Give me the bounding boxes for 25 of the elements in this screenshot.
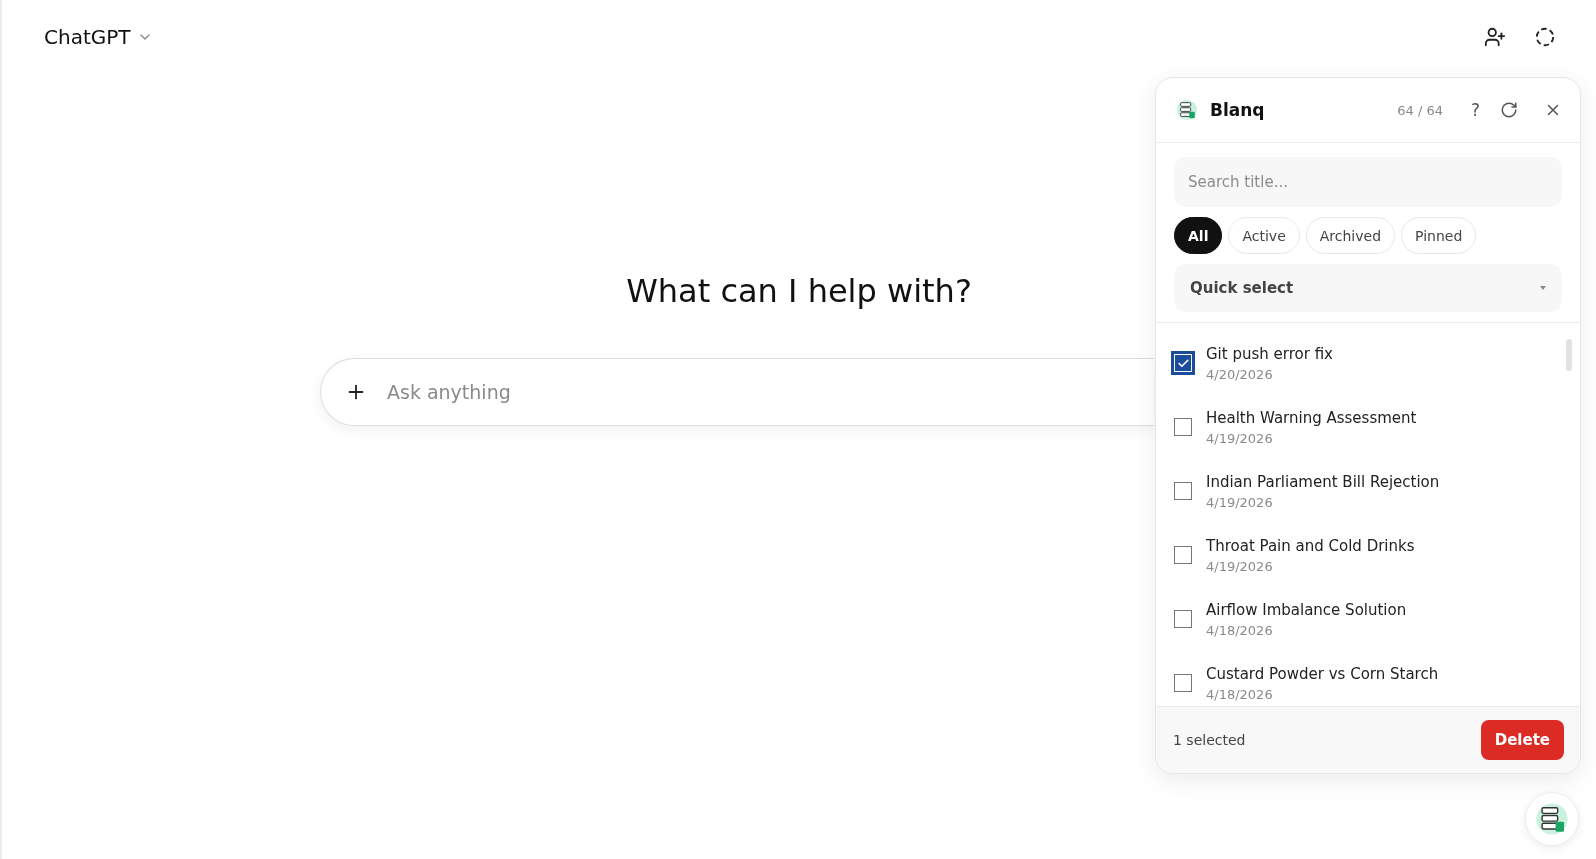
conversation-date: 4/18/2026 bbox=[1206, 686, 1274, 702]
conversation-date: 4/20/2026 bbox=[1206, 366, 1274, 382]
conversation-date: 4/19/2026 bbox=[1206, 430, 1274, 446]
delete-button[interactable]: Delete bbox=[1480, 720, 1564, 760]
conversation-title[interactable]: Git push error fix bbox=[1206, 344, 1333, 363]
conversation-date: 4/19/2026 bbox=[1206, 494, 1274, 510]
conversation-title[interactable]: Health Warning Assessment bbox=[1206, 408, 1417, 427]
filter-tab[interactable]: Active bbox=[1228, 217, 1300, 254]
conversation-title[interactable]: Throat Pain and Cold Drinks bbox=[1206, 536, 1415, 555]
main-heading: What can I help with? bbox=[626, 272, 972, 310]
panel-title: Blanq bbox=[1210, 100, 1266, 120]
conversation-title[interactable]: Airflow Imbalance Solution bbox=[1206, 600, 1407, 619]
filter-tab[interactable]: All bbox=[1174, 217, 1223, 254]
conversation-title[interactable]: Indian Parliament Bill Rejection bbox=[1206, 472, 1440, 491]
selection-status: 1 selected bbox=[1173, 732, 1246, 748]
quick-select-dropdown[interactable]: Quick select bbox=[1174, 264, 1562, 312]
conversation-date: 4/18/2026 bbox=[1206, 622, 1274, 638]
filter-tab[interactable]: Archived bbox=[1305, 217, 1396, 254]
search-field[interactable]: Search title... bbox=[1174, 157, 1562, 207]
conversation-date: 4/19/2026 bbox=[1206, 558, 1274, 574]
help-button[interactable]: ? bbox=[1462, 100, 1488, 120]
conversation-title[interactable]: Custard Powder vs Corn Starch bbox=[1206, 664, 1439, 683]
conversation-count: 64 / 64 bbox=[1397, 102, 1443, 118]
model-selector[interactable]: ChatGPT bbox=[44, 25, 153, 49]
filter-tab[interactable]: Pinned bbox=[1401, 217, 1477, 254]
